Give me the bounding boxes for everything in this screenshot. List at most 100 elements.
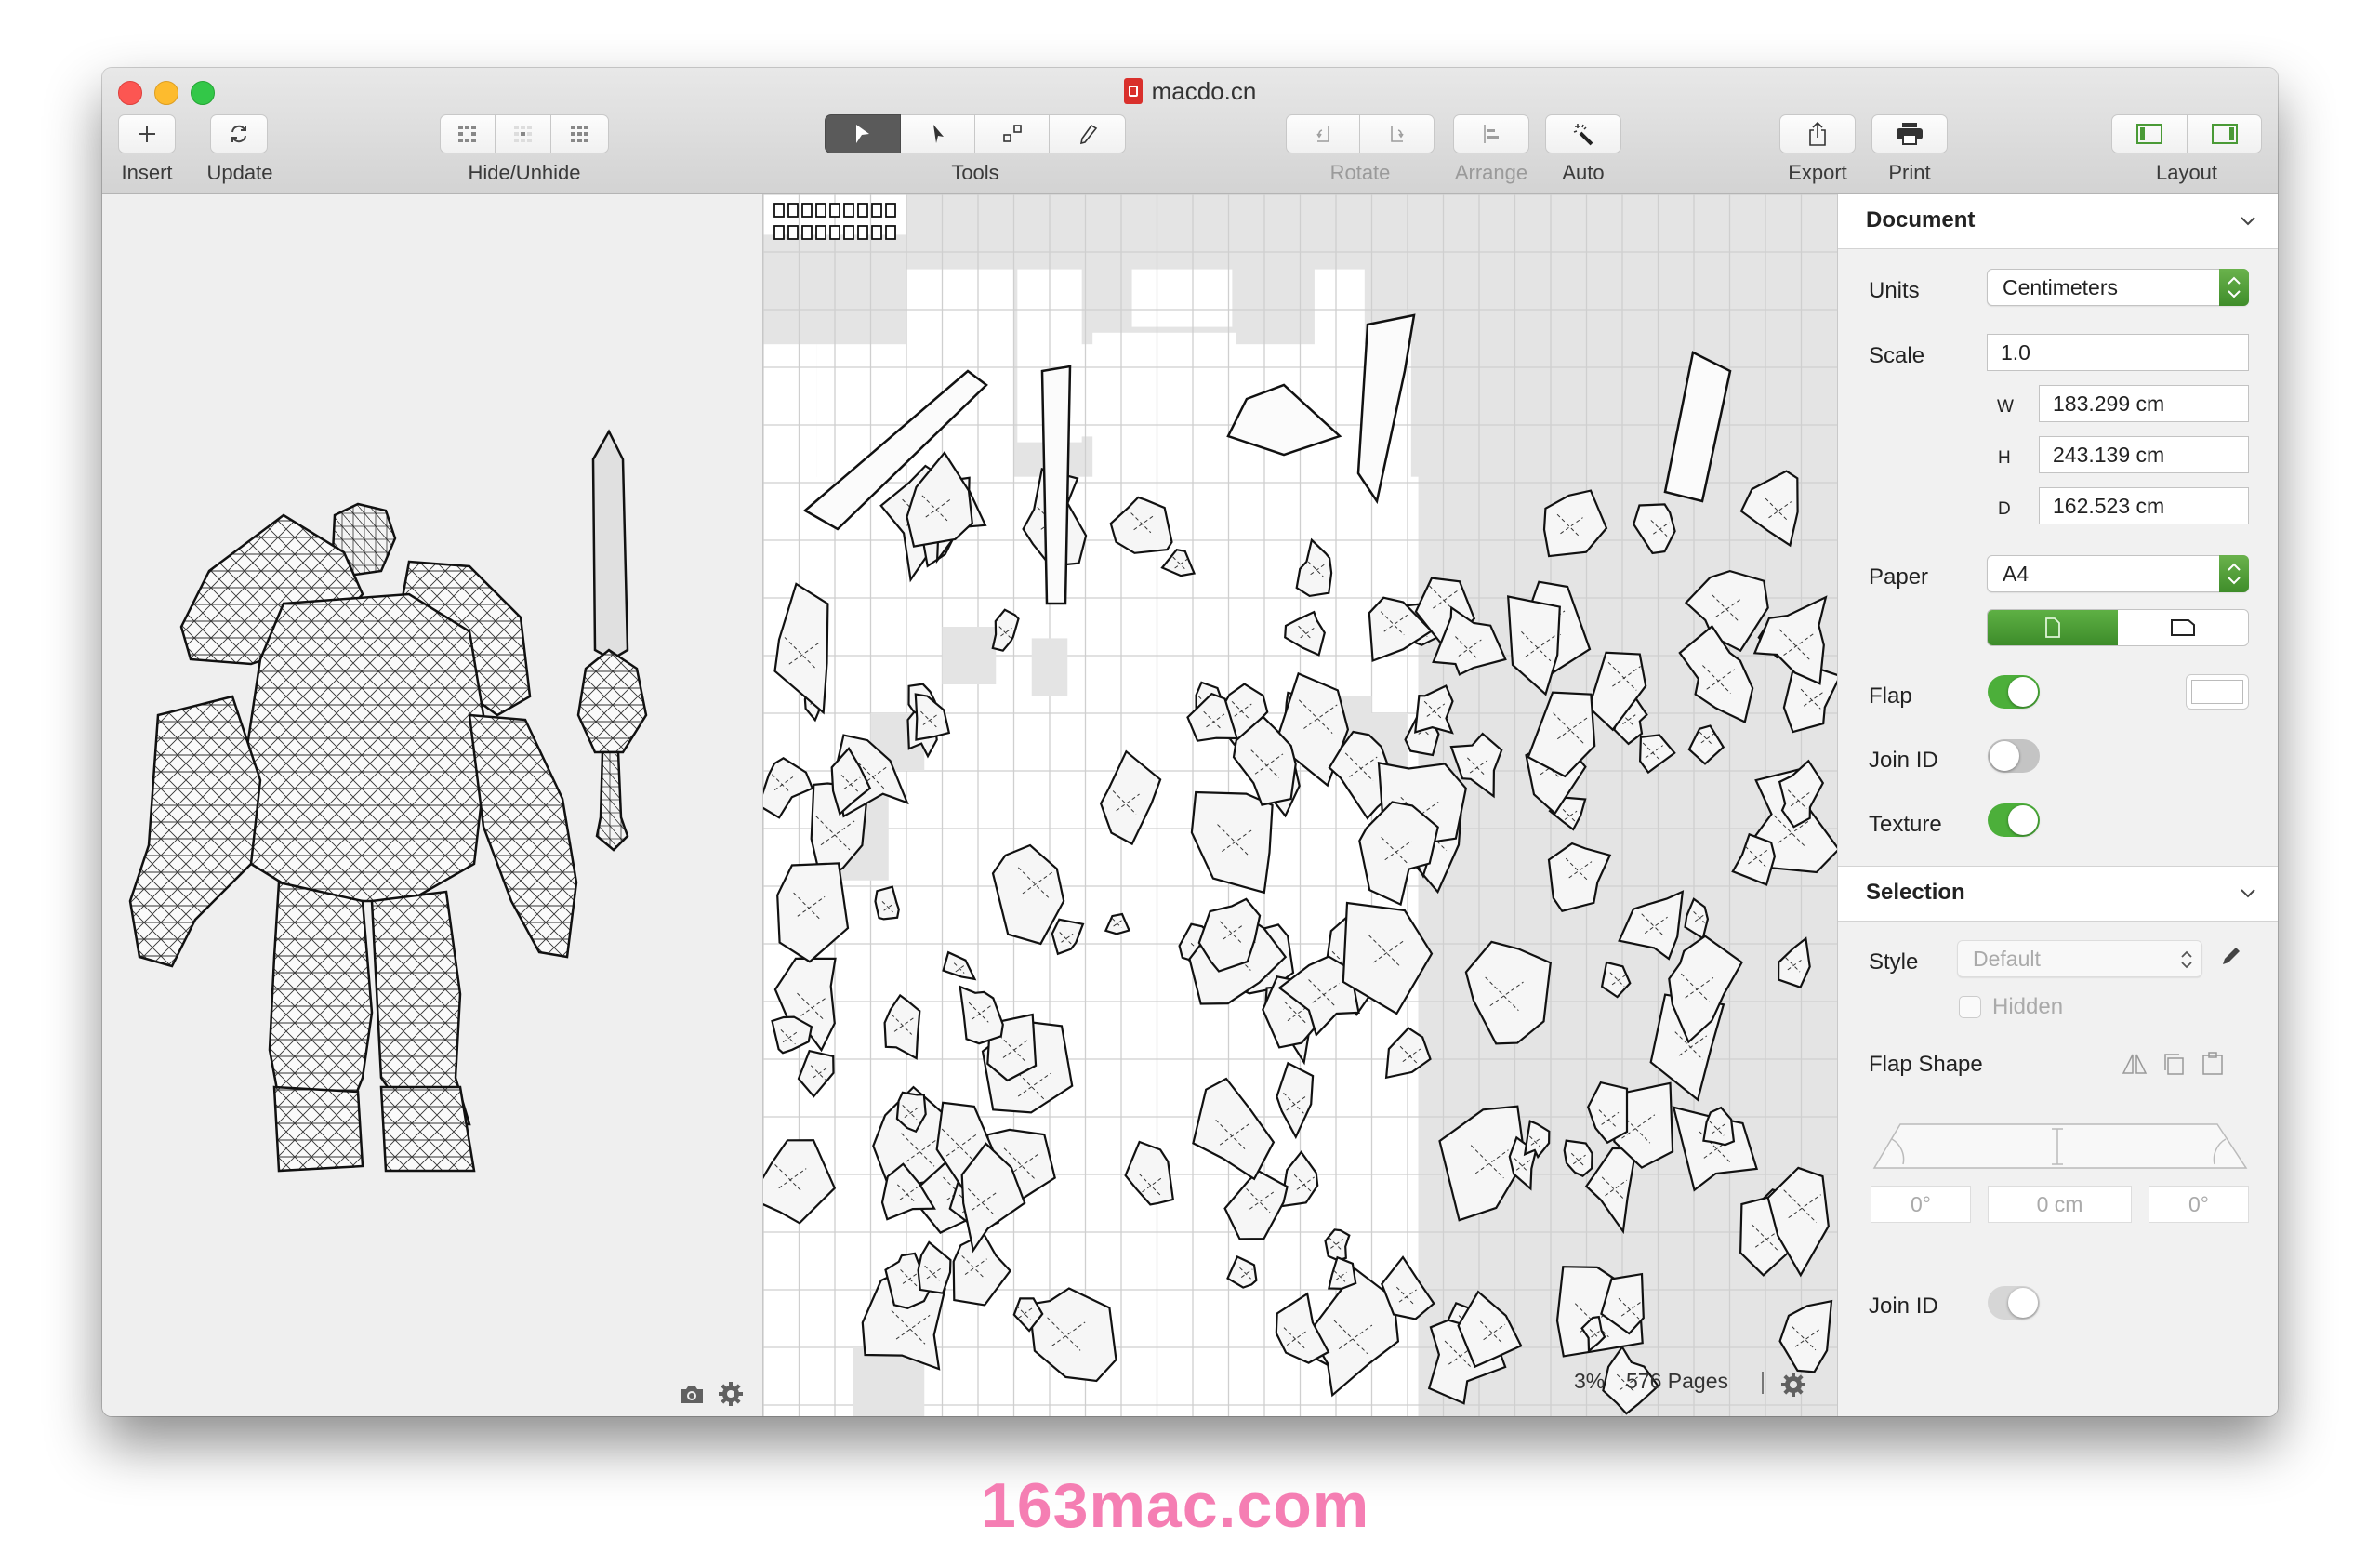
pattern-piece[interactable] — [843, 225, 854, 240]
pattern-piece[interactable] — [885, 225, 896, 240]
pattern-piece[interactable] — [1600, 961, 1632, 999]
flap-toggle[interactable] — [1988, 675, 2040, 709]
scale-input[interactable]: 1.0 — [1987, 334, 2249, 371]
pattern-piece[interactable] — [829, 225, 840, 240]
auto-button[interactable] — [1545, 114, 1621, 153]
pattern-piece[interactable] — [787, 225, 799, 240]
arrange-button[interactable] — [1453, 114, 1529, 153]
app-window: macdo.cn Insert Update Hide/Unhide Tools… — [102, 68, 2278, 1416]
export-button[interactable] — [1779, 114, 1856, 153]
pattern-piece[interactable] — [1618, 890, 1685, 961]
paste-icon[interactable] — [2201, 1052, 2225, 1076]
pattern-piece[interactable] — [1563, 1139, 1593, 1177]
pattern-piece[interactable] — [1778, 1299, 1833, 1373]
height-input[interactable]: 243.139 cm — [2039, 436, 2249, 473]
hide-unhide-label: Hide/Unhide — [468, 161, 581, 184]
inspector-panel: Document Units Centimeters Scale 1.0 W 1… — [1837, 194, 2278, 1416]
pattern-piece[interactable] — [1587, 1081, 1629, 1145]
flap-right-angle-input[interactable]: 0° — [2149, 1186, 2249, 1223]
pattern-piece[interactable] — [1547, 842, 1612, 912]
pattern-piece[interactable] — [774, 203, 785, 218]
print-button[interactable] — [1871, 114, 1948, 153]
selection-join-id-toggle[interactable] — [1988, 1286, 2040, 1320]
select-arrows-icon — [2219, 555, 2249, 592]
pattern-piece[interactable] — [885, 203, 896, 218]
flap-height-input[interactable]: 0 cm — [1988, 1186, 2132, 1223]
pencil-icon[interactable] — [2219, 944, 2243, 968]
pattern-piece[interactable] — [857, 225, 868, 240]
landscape-button[interactable] — [2118, 610, 2248, 645]
pattern-piece[interactable] — [1684, 897, 1710, 940]
pattern-piece[interactable] — [787, 203, 799, 218]
pattern-piece[interactable] — [871, 225, 882, 240]
tool-select-button[interactable] — [825, 114, 901, 153]
pattern-piece[interactable] — [1663, 351, 1732, 503]
pattern-piece[interactable] — [815, 225, 826, 240]
pattern-piece[interactable] — [857, 203, 868, 218]
rotate-left-icon — [1316, 126, 1329, 142]
copy-icon[interactable] — [2162, 1052, 2186, 1076]
camera-icon[interactable] — [679, 1383, 705, 1405]
style-select[interactable]: Default — [1957, 940, 2202, 977]
pattern-layout — [763, 194, 1837, 1416]
selection-section-header[interactable]: Selection — [1838, 866, 2278, 922]
depth-input[interactable]: 162.523 cm — [2039, 487, 2249, 524]
pattern-canvas[interactable]: 3% 576 Pages — [763, 194, 1837, 1416]
canvas-settings-icon[interactable] — [1780, 1372, 1806, 1398]
join-id-toggle[interactable] — [1988, 739, 2040, 773]
rotate-label: Rotate — [1329, 161, 1391, 184]
pattern-piece[interactable] — [801, 225, 813, 240]
pattern-piece[interactable] — [1777, 936, 1811, 989]
flap-shape-preview — [1872, 1123, 2248, 1169]
gear-icon[interactable] — [718, 1381, 744, 1407]
hide-unselected-button[interactable] — [496, 114, 551, 153]
toggle-right-pane-button[interactable] — [2188, 114, 2262, 153]
flap-left-angle-input[interactable]: 0° — [1871, 1186, 1971, 1223]
align-left-icon — [1484, 125, 1499, 143]
pattern-piece[interactable] — [871, 203, 882, 218]
pattern-piece[interactable] — [774, 225, 785, 240]
join-pieces-icon — [1002, 125, 1022, 142]
pattern-piece[interactable] — [1542, 489, 1608, 558]
width-input[interactable]: 183.299 cm — [2039, 385, 2249, 422]
pattern-piece[interactable] — [1584, 1147, 1638, 1235]
tool-edge-button[interactable] — [1050, 114, 1126, 153]
pattern-piece[interactable] — [815, 203, 826, 218]
model-3d-view[interactable] — [102, 194, 763, 1416]
pattern-piece[interactable] — [843, 203, 854, 218]
hide-selected-button[interactable] — [440, 114, 496, 153]
portrait-button[interactable] — [1988, 610, 2118, 645]
pattern-piece[interactable] — [1523, 1120, 1551, 1160]
toggle-left-pane-button[interactable] — [2111, 114, 2188, 153]
window-title: macdo.cn — [102, 77, 2278, 106]
hidden-checkbox[interactable] — [1959, 996, 1981, 1018]
document-app-icon — [1123, 78, 1143, 104]
hide-unselected-icon — [513, 126, 532, 142]
pattern-piece[interactable] — [1638, 734, 1676, 775]
pattern-piece[interactable] — [801, 203, 813, 218]
flap-color-well[interactable] — [2186, 674, 2249, 710]
rotate-left-button[interactable] — [1286, 114, 1360, 153]
arrange-label: Arrange — [1454, 161, 1528, 184]
flip-horizontal-icon[interactable] — [2122, 1052, 2148, 1076]
update-button[interactable] — [210, 114, 268, 153]
unhide-all-button[interactable] — [551, 114, 609, 153]
tool-join-button[interactable] — [975, 114, 1050, 153]
texture-toggle[interactable] — [1988, 803, 2040, 837]
model-3d-preview — [128, 429, 648, 1173]
selection-join-id-label: Join ID — [1869, 1293, 1938, 1319]
paper-select[interactable]: A4 — [1987, 555, 2249, 592]
pattern-piece[interactable] — [1507, 595, 1561, 696]
insert-button[interactable] — [118, 114, 176, 153]
document-section-title: Document — [1866, 207, 1976, 232]
pattern-piece[interactable] — [829, 203, 840, 218]
document-section-header[interactable]: Document — [1838, 194, 2278, 249]
rotate-right-button[interactable] — [1360, 114, 1435, 153]
pattern-piece[interactable] — [1040, 365, 1072, 605]
tool-direct-select-button[interactable] — [901, 114, 975, 153]
style-label: Style — [1869, 949, 1919, 975]
units-select[interactable]: Centimeters — [1987, 269, 2249, 306]
pattern-piece[interactable] — [1414, 684, 1454, 735]
units-label: Units — [1869, 278, 1920, 303]
pattern-piece[interactable] — [1632, 503, 1676, 555]
